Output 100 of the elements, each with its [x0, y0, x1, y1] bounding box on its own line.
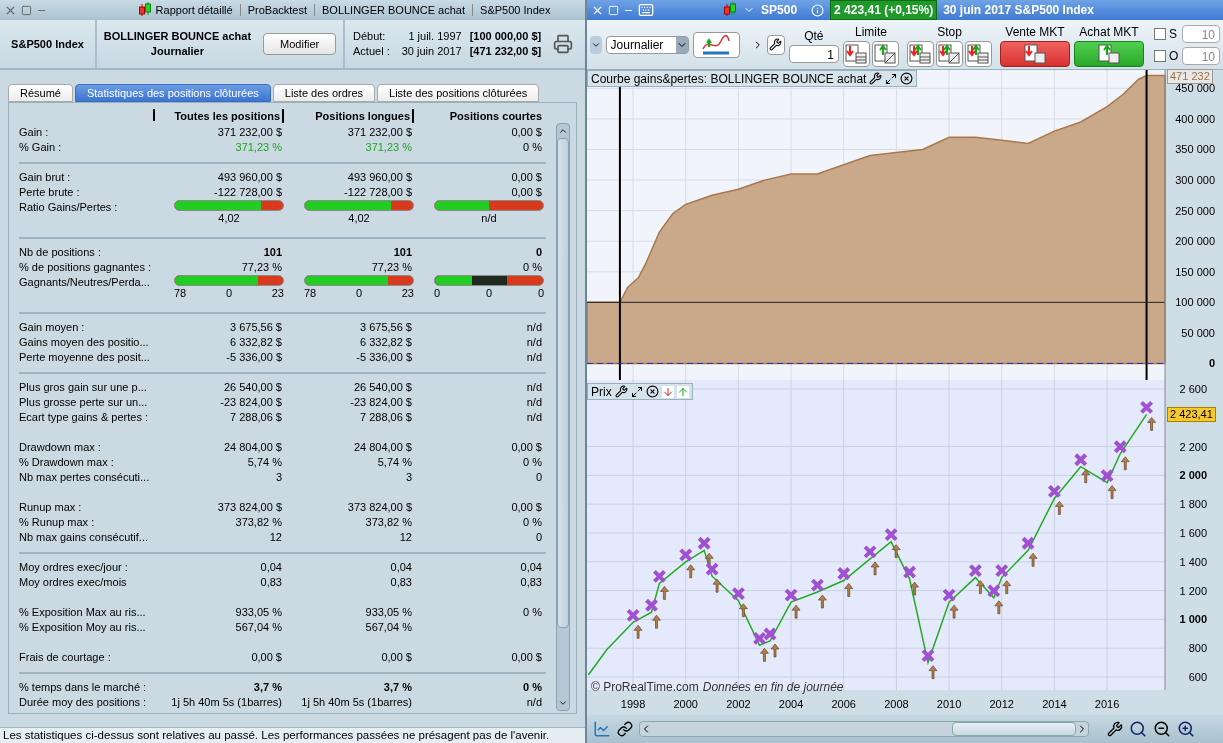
wrench-icon[interactable] [614, 385, 628, 398]
zoom-out-icon[interactable] [1153, 720, 1171, 738]
stat-value: n/d [526, 335, 543, 350]
order-button[interactable] [843, 40, 870, 67]
axis-label: 350 000 [1175, 143, 1215, 156]
stat-label: Nb max gains consécutif... [19, 530, 149, 545]
stat-value: 5,74 % [377, 455, 413, 470]
scrollbar-thumb[interactable] [557, 138, 569, 628]
settings-button[interactable] [767, 34, 785, 55]
stat-value: 3 [405, 470, 413, 485]
stat-value: 26 540,00 $ [353, 380, 413, 395]
scroll-up-icon[interactable] [558, 126, 568, 136]
stat-value: 0,83 [520, 575, 543, 590]
axis-label: 2004 [778, 698, 804, 710]
edit-button[interactable]: Modifier [263, 33, 337, 55]
stat-value: 6 332,82 $ [360, 335, 413, 350]
bar-caption: 0 [355, 286, 363, 302]
stat-value: n/d [526, 350, 543, 365]
buy-button[interactable] [1074, 40, 1144, 67]
stat-value: 0,00 $ [511, 440, 543, 455]
wrench-icon[interactable] [1107, 721, 1123, 737]
stat-value: 0,04 [390, 560, 413, 575]
printer-icon[interactable] [553, 34, 574, 54]
timeframe-select[interactable]: Journalier [605, 35, 690, 54]
stat-value: 0 [535, 530, 543, 545]
stat-value: 0,00 $ [251, 650, 283, 665]
axis-label: 300 000 [1175, 174, 1215, 187]
tab[interactable]: Liste des positions clôturées [377, 84, 540, 102]
stat-value: 12 [399, 530, 413, 545]
order-icon [873, 42, 898, 65]
stat-label: Gain : [19, 125, 50, 140]
bar-caption: n/d [481, 211, 497, 227]
stat-label: Runup max : [19, 500, 83, 515]
stat-label: Moy ordres exec/jour : [19, 560, 129, 575]
axis-label: 1 800 [1179, 498, 1207, 511]
stat-value: 373,82 % [365, 515, 413, 530]
stat-value: 0,00 $ [511, 185, 543, 200]
link-icon[interactable] [617, 721, 633, 737]
axis-label: 1 600 [1179, 527, 1207, 539]
order-button[interactable] [907, 40, 934, 67]
order-button[interactable] [872, 40, 899, 67]
bar-caption: 0 [537, 286, 544, 302]
axis-label: 2008 [884, 698, 909, 710]
stat-label: Ratio Gains/Pertes : [19, 200, 119, 215]
stat-value: 373 824,00 $ [347, 500, 413, 515]
order-label: Vente MKT [1005, 23, 1065, 41]
order-icon [966, 42, 991, 65]
close-icon[interactable] [645, 385, 659, 398]
tab[interactable]: Liste des ordres [272, 84, 376, 102]
window-icon[interactable] [630, 385, 643, 398]
order-icon [1097, 42, 1121, 65]
axis-label: 1 200 [1179, 584, 1207, 597]
bar-caption: 0 [225, 286, 233, 302]
stat-value: 7 288,06 $ [360, 410, 413, 425]
search-icon[interactable] [1129, 720, 1147, 738]
stat-label: % Gain : [19, 140, 63, 155]
close-icon[interactable] [900, 72, 914, 85]
tab[interactable]: Statistiques des positions clôturées [74, 84, 271, 102]
maximize-icon[interactable] [21, 4, 32, 16]
axis-label: 600 [1188, 671, 1207, 684]
stat-value: -5 336,00 $ [226, 350, 283, 365]
axis-label: 2002 [726, 698, 751, 710]
candlestick-icon [137, 2, 152, 18]
order-button[interactable] [936, 40, 963, 67]
checkbox-label: O [1169, 47, 1179, 65]
zoom-in-icon[interactable] [1177, 720, 1195, 738]
info-icon[interactable] [811, 3, 825, 17]
axis-label: 250 000 [1175, 204, 1215, 217]
indicator-button[interactable] [693, 31, 740, 58]
stat-value: 933,05 % [235, 605, 283, 620]
window-icon[interactable] [885, 72, 898, 85]
horizontal-scrollbar[interactable] [639, 721, 1089, 737]
stat-value: 371,23 % [365, 140, 413, 155]
chart-icon[interactable] [593, 720, 611, 738]
disclaimer-text: Les statistiques ci-dessus sont relatives au passé. Les performances passées ne présagent pas de l'avenir. [3, 727, 550, 743]
scrollbar-thumb[interactable] [952, 722, 1076, 736]
stat-value: 1j 5h 40m 5s (1barres) [171, 695, 283, 710]
scrollbar[interactable] [556, 123, 570, 711]
keyboard-icon[interactable] [638, 2, 654, 18]
order-button[interactable] [965, 40, 992, 67]
quantity-field[interactable]: 1 [788, 44, 839, 63]
sell-button[interactable] [1000, 40, 1070, 67]
dropdown-button[interactable] [590, 35, 602, 54]
stat-label: % temps dans le marché : [19, 680, 148, 695]
order-icon [1023, 42, 1047, 65]
stat-label: Nb de positions : [19, 245, 102, 260]
stat-label: Gain brut : [19, 170, 72, 185]
tab[interactable]: Résumé [8, 84, 73, 102]
stat-value: 0,00 $ [511, 170, 543, 185]
axis-label: 2014 [1042, 698, 1067, 710]
stat-value: 0 % [523, 605, 543, 620]
stat-label: Gains moyen des positio... [19, 335, 150, 350]
window-title: Rapport détaillé [155, 2, 233, 18]
stat-value: 101 [393, 245, 413, 260]
data-note: Données en fin de journée [702, 679, 844, 696]
scroll-down-icon[interactable] [558, 698, 568, 708]
stat-label: Gain moyen : [19, 320, 86, 335]
stat-value: 5,74 % [247, 455, 283, 470]
axis-label: 100 000 [1175, 296, 1215, 309]
wrench-icon[interactable] [869, 72, 883, 85]
